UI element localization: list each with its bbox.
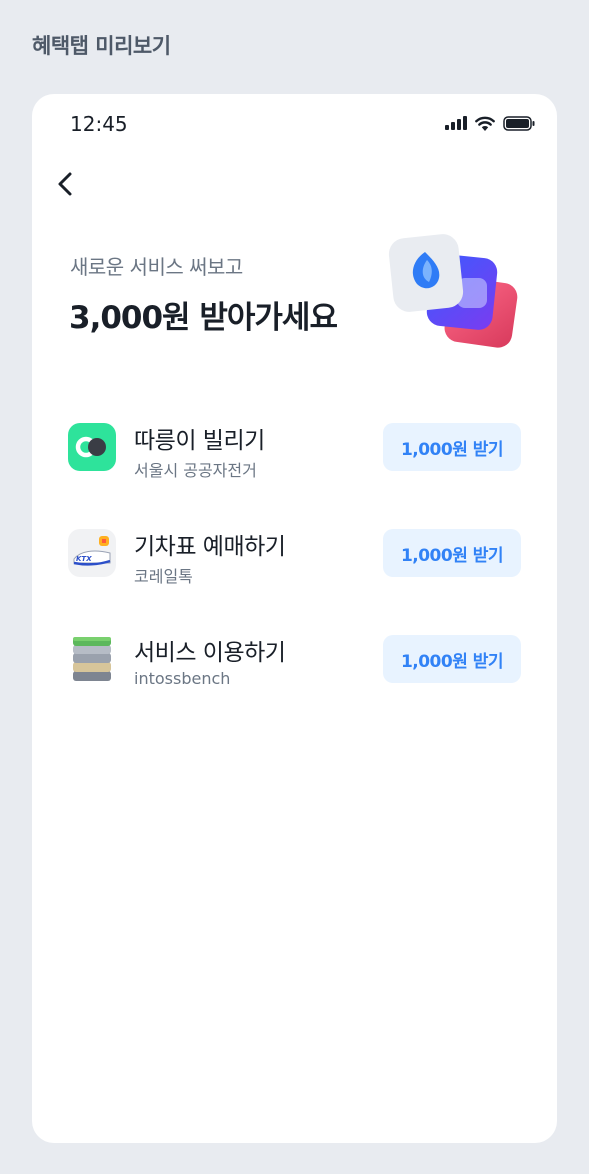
item-title: 기차표 예매하기: [134, 534, 286, 560]
phone-frame: 12:45 새로운 서비스 써보고 3,000원 받아가세요 따릉이 빌리기 서…: [32, 94, 557, 1143]
svg-text:KTX: KTX: [76, 555, 92, 563]
hero-illustration: [387, 230, 522, 350]
item-subtitle: 서울시 공공자전거: [134, 461, 257, 480]
hero-title: 3,000원 받아가세요: [69, 300, 338, 336]
preview-screen: 혜택탭 미리보기 12:45 새로운 서비스 써보고 3,000원 받아가세요 …: [0, 0, 589, 1174]
page-title: 혜택탭 미리보기: [32, 34, 171, 58]
hero-subtitle: 새로운 서비스 써보고: [70, 255, 243, 279]
list-item: KTX 기차표 예매하기 코레일톡 1,000원 받기: [32, 518, 557, 588]
battery-icon: [503, 115, 535, 131]
status-time: 12:45: [70, 112, 128, 136]
list-item: 서비스 이용하기 intossbench 1,000원 받기: [32, 624, 557, 694]
item-title: 서비스 이용하기: [134, 640, 286, 666]
status-icons: [445, 115, 535, 131]
item-subtitle: intossbench: [134, 669, 231, 688]
item-title: 따릉이 빌리기: [134, 428, 265, 454]
stacked-app-icons-illustration: [388, 234, 518, 348]
wifi-icon: [475, 116, 495, 131]
claim-reward-button[interactable]: 1,000원 받기: [383, 529, 521, 577]
chevron-left-icon: [58, 172, 72, 196]
item-subtitle: 코레일톡: [134, 567, 193, 586]
claim-reward-button[interactable]: 1,000원 받기: [383, 423, 521, 471]
ddareungi-icon: [68, 423, 116, 471]
back-button[interactable]: [54, 169, 80, 199]
claim-reward-button[interactable]: 1,000원 받기: [383, 635, 521, 683]
signal-icon: [445, 116, 467, 130]
stack-layers-icon: [68, 635, 116, 683]
list-item: 따릉이 빌리기 서울시 공공자전거 1,000원 받기: [32, 412, 557, 482]
korail-talk-icon: KTX: [68, 529, 116, 577]
